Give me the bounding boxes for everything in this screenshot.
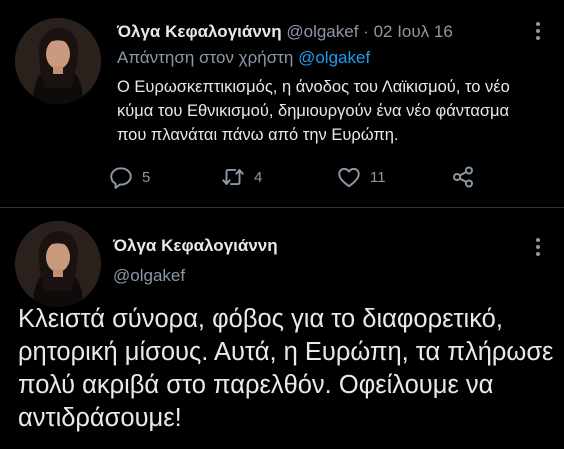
reply-tweet[interactable]: Όλγα Κεφαλογιάννη @olgakef · 02 Ιουλ 16 … bbox=[0, 0, 564, 207]
author-handle[interactable]: @olgakef bbox=[286, 22, 358, 41]
more-options-button[interactable] bbox=[528, 18, 548, 44]
reply-count: 5 bbox=[142, 168, 151, 186]
reply-context: Απάντηση στον χρήστη @olgakef bbox=[117, 48, 370, 68]
retweet-icon bbox=[222, 168, 244, 186]
profile-photo bbox=[15, 18, 101, 104]
avatar[interactable] bbox=[15, 18, 101, 104]
retweet-button[interactable]: 4 bbox=[220, 162, 262, 192]
like-button[interactable]: 11 bbox=[336, 162, 386, 192]
reply-button[interactable]: 5 bbox=[108, 162, 150, 192]
reply-prefix: Απάντηση στον χρήστη bbox=[117, 48, 294, 67]
tweet-text: Ο Ευρωσκεπτικισμός, η άνοδος του Λαϊκισμ… bbox=[117, 78, 510, 144]
retweet-count: 4 bbox=[254, 168, 263, 186]
avatar[interactable] bbox=[15, 221, 101, 307]
reply-mention-link[interactable]: @olgakef bbox=[298, 48, 370, 67]
more-vertical-icon bbox=[536, 22, 540, 26]
profile-photo bbox=[15, 221, 101, 307]
share-button[interactable] bbox=[450, 162, 476, 192]
more-vertical-icon bbox=[536, 238, 540, 242]
more-options-button[interactable] bbox=[528, 234, 548, 260]
author-handle[interactable]: @olgakef bbox=[113, 266, 185, 286]
author-name[interactable]: Όλγα Κεφαλογιάννη bbox=[117, 22, 282, 41]
tweet-thread: Όλγα Κεφαλογιάννη @olgakef · 02 Ιουλ 16 … bbox=[0, 0, 564, 449]
tweet-divider bbox=[0, 207, 564, 208]
author-name[interactable]: Όλγα Κεφαλογιάννη bbox=[113, 236, 278, 256]
heart-icon bbox=[338, 167, 360, 188]
tweet-text: Κλειστά σύνορα, φόβος για το διαφορετικό… bbox=[18, 305, 554, 432]
tweet-header: Όλγα Κεφαλογιάννη @olgakef · 02 Ιουλ 16 bbox=[117, 22, 453, 42]
tweet-date[interactable]: 02 Ιουλ 16 bbox=[374, 22, 453, 41]
like-count: 11 bbox=[370, 168, 386, 186]
reply-icon bbox=[110, 167, 132, 189]
separator: · bbox=[363, 22, 369, 41]
tweet-actions: 5 4 11 bbox=[108, 162, 488, 192]
share-icon bbox=[453, 166, 473, 188]
